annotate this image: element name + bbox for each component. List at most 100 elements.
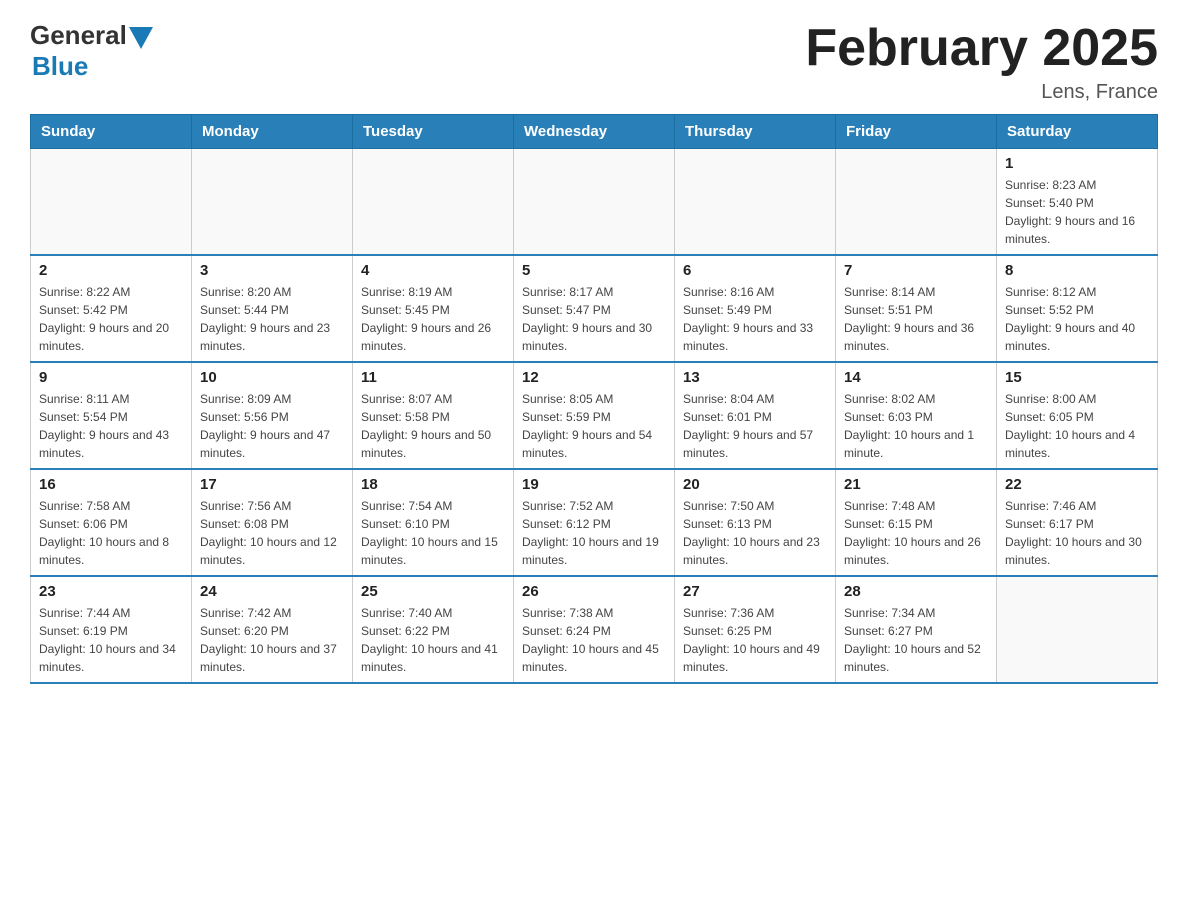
day-number: 2 bbox=[39, 262, 183, 279]
day-info: Sunrise: 7:38 AMSunset: 6:24 PMDaylight:… bbox=[522, 604, 666, 676]
day-number: 10 bbox=[200, 369, 344, 386]
day-info: Sunrise: 8:05 AMSunset: 5:59 PMDaylight:… bbox=[522, 390, 666, 462]
header-thursday: Thursday bbox=[675, 115, 836, 149]
calendar-cell: 7 Sunrise: 8:14 AMSunset: 5:51 PMDaylight… bbox=[836, 255, 997, 362]
day-info: Sunrise: 7:36 AMSunset: 6:25 PMDaylight:… bbox=[683, 604, 827, 676]
day-info: Sunrise: 8:16 AMSunset: 5:49 PMDaylight:… bbox=[683, 283, 827, 355]
day-number: 9 bbox=[39, 369, 183, 386]
calendar-cell: 5 Sunrise: 8:17 AMSunset: 5:47 PMDaylight… bbox=[514, 255, 675, 362]
calendar-cell bbox=[192, 149, 353, 256]
calendar-cell: 11Sunrise: 8:07 AMSunset: 5:58 PMDayligh… bbox=[353, 362, 514, 469]
calendar-cell: 22 Sunrise: 7:46 AMSunset: 6:17 PMDayligh… bbox=[997, 469, 1158, 576]
calendar-cell: 18Sunrise: 7:54 AMSunset: 6:10 PMDayligh… bbox=[353, 469, 514, 576]
day-info: Sunrise: 8:23 AMSunset: 5:40 PMDaylight:… bbox=[1005, 176, 1149, 248]
calendar-cell bbox=[31, 149, 192, 256]
calendar-cell: 17 Sunrise: 7:56 AMSunset: 6:08 PMDayligh… bbox=[192, 469, 353, 576]
calendar-cell bbox=[675, 149, 836, 256]
logo-general-text: General bbox=[30, 20, 127, 51]
calendar-cell bbox=[836, 149, 997, 256]
calendar-week-row: 9Sunrise: 8:11 AMSunset: 5:54 PMDaylight… bbox=[31, 362, 1158, 469]
day-info: Sunrise: 7:40 AMSunset: 6:22 PMDaylight:… bbox=[361, 604, 505, 676]
calendar-cell: 19 Sunrise: 7:52 AMSunset: 6:12 PMDayligh… bbox=[514, 469, 675, 576]
calendar-body: 1 Sunrise: 8:23 AMSunset: 5:40 PMDaylight… bbox=[31, 149, 1158, 684]
day-info: Sunrise: 7:52 AMSunset: 6:12 PMDaylight:… bbox=[522, 497, 666, 569]
day-number: 3 bbox=[200, 262, 344, 279]
day-info: Sunrise: 7:48 AMSunset: 6:15 PMDaylight:… bbox=[844, 497, 988, 569]
calendar-cell: 24 Sunrise: 7:42 AMSunset: 6:20 PMDayligh… bbox=[192, 576, 353, 683]
calendar-cell: 9Sunrise: 8:11 AMSunset: 5:54 PMDaylight… bbox=[31, 362, 192, 469]
header-saturday: Saturday bbox=[997, 115, 1158, 149]
day-number: 17 bbox=[200, 476, 344, 493]
day-number: 15 bbox=[1005, 369, 1149, 386]
calendar-cell: 4 Sunrise: 8:19 AMSunset: 5:45 PMDaylight… bbox=[353, 255, 514, 362]
day-number: 26 bbox=[522, 583, 666, 600]
day-info: Sunrise: 7:44 AMSunset: 6:19 PMDaylight:… bbox=[39, 604, 183, 676]
day-number: 25 bbox=[361, 583, 505, 600]
header-sunday: Sunday bbox=[31, 115, 192, 149]
header-monday: Monday bbox=[192, 115, 353, 149]
day-info: Sunrise: 8:22 AMSunset: 5:42 PMDaylight:… bbox=[39, 283, 183, 355]
header-row: Sunday Monday Tuesday Wednesday Thursday… bbox=[31, 115, 1158, 149]
day-number: 8 bbox=[1005, 262, 1149, 279]
calendar-cell: 23 Sunrise: 7:44 AMSunset: 6:19 PMDayligh… bbox=[31, 576, 192, 683]
day-info: Sunrise: 8:17 AMSunset: 5:47 PMDaylight:… bbox=[522, 283, 666, 355]
day-number: 14 bbox=[844, 369, 988, 386]
calendar-cell: 15 Sunrise: 8:00 AMSunset: 6:05 PMDayligh… bbox=[997, 362, 1158, 469]
day-info: Sunrise: 8:14 AMSunset: 5:51 PMDaylight:… bbox=[844, 283, 988, 355]
logo-blue-text: Blue bbox=[32, 51, 88, 82]
day-number: 4 bbox=[361, 262, 505, 279]
day-info: Sunrise: 7:58 AMSunset: 6:06 PMDaylight:… bbox=[39, 497, 183, 569]
calendar-cell: 16Sunrise: 7:58 AMSunset: 6:06 PMDayligh… bbox=[31, 469, 192, 576]
day-info: Sunrise: 8:04 AMSunset: 6:01 PMDaylight:… bbox=[683, 390, 827, 462]
calendar-cell: 12 Sunrise: 8:05 AMSunset: 5:59 PMDayligh… bbox=[514, 362, 675, 469]
header-friday: Friday bbox=[836, 115, 997, 149]
calendar-cell bbox=[514, 149, 675, 256]
day-info: Sunrise: 7:50 AMSunset: 6:13 PMDaylight:… bbox=[683, 497, 827, 569]
day-number: 12 bbox=[522, 369, 666, 386]
day-number: 5 bbox=[522, 262, 666, 279]
day-number: 23 bbox=[39, 583, 183, 600]
calendar-cell: 26 Sunrise: 7:38 AMSunset: 6:24 PMDayligh… bbox=[514, 576, 675, 683]
day-number: 6 bbox=[683, 262, 827, 279]
day-info: Sunrise: 8:00 AMSunset: 6:05 PMDaylight:… bbox=[1005, 390, 1149, 462]
day-info: Sunrise: 7:34 AMSunset: 6:27 PMDaylight:… bbox=[844, 604, 988, 676]
day-info: Sunrise: 7:56 AMSunset: 6:08 PMDaylight:… bbox=[200, 497, 344, 569]
day-info: Sunrise: 7:46 AMSunset: 6:17 PMDaylight:… bbox=[1005, 497, 1149, 569]
day-number: 11 bbox=[361, 369, 505, 386]
header-tuesday: Tuesday bbox=[353, 115, 514, 149]
logo-triangle-icon bbox=[129, 27, 153, 49]
day-info: Sunrise: 8:09 AMSunset: 5:56 PMDaylight:… bbox=[200, 390, 344, 462]
location-label: Lens, France bbox=[805, 81, 1158, 104]
day-number: 22 bbox=[1005, 476, 1149, 493]
calendar-header: Sunday Monday Tuesday Wednesday Thursday… bbox=[31, 115, 1158, 149]
page-header: General Blue February 2025 Lens, France bbox=[30, 20, 1158, 104]
calendar-cell: 2 Sunrise: 8:22 AMSunset: 5:42 PMDaylight… bbox=[31, 255, 192, 362]
logo: General Blue bbox=[30, 20, 153, 82]
calendar-cell: 21Sunrise: 7:48 AMSunset: 6:15 PMDayligh… bbox=[836, 469, 997, 576]
day-number: 1 bbox=[1005, 155, 1149, 172]
calendar-cell: 10 Sunrise: 8:09 AMSunset: 5:56 PMDayligh… bbox=[192, 362, 353, 469]
title-block: February 2025 Lens, France bbox=[805, 20, 1158, 104]
calendar-cell bbox=[997, 576, 1158, 683]
day-number: 28 bbox=[844, 583, 988, 600]
calendar-week-row: 16Sunrise: 7:58 AMSunset: 6:06 PMDayligh… bbox=[31, 469, 1158, 576]
calendar-week-row: 2 Sunrise: 8:22 AMSunset: 5:42 PMDaylight… bbox=[31, 255, 1158, 362]
calendar-cell: 14 Sunrise: 8:02 AMSunset: 6:03 PMDayligh… bbox=[836, 362, 997, 469]
day-number: 19 bbox=[522, 476, 666, 493]
calendar-cell: 20Sunrise: 7:50 AMSunset: 6:13 PMDayligh… bbox=[675, 469, 836, 576]
calendar-cell bbox=[353, 149, 514, 256]
day-number: 13 bbox=[683, 369, 827, 386]
day-info: Sunrise: 8:19 AMSunset: 5:45 PMDaylight:… bbox=[361, 283, 505, 355]
day-number: 24 bbox=[200, 583, 344, 600]
calendar-week-row: 1 Sunrise: 8:23 AMSunset: 5:40 PMDaylight… bbox=[31, 149, 1158, 256]
day-info: Sunrise: 7:54 AMSunset: 6:10 PMDaylight:… bbox=[361, 497, 505, 569]
day-info: Sunrise: 8:20 AMSunset: 5:44 PMDaylight:… bbox=[200, 283, 344, 355]
calendar-cell: 8 Sunrise: 8:12 AMSunset: 5:52 PMDaylight… bbox=[997, 255, 1158, 362]
calendar-cell: 25 Sunrise: 7:40 AMSunset: 6:22 PMDayligh… bbox=[353, 576, 514, 683]
day-number: 7 bbox=[844, 262, 988, 279]
day-info: Sunrise: 8:02 AMSunset: 6:03 PMDaylight:… bbox=[844, 390, 988, 462]
day-info: Sunrise: 8:12 AMSunset: 5:52 PMDaylight:… bbox=[1005, 283, 1149, 355]
calendar-cell: 28 Sunrise: 7:34 AMSunset: 6:27 PMDayligh… bbox=[836, 576, 997, 683]
calendar-week-row: 23 Sunrise: 7:44 AMSunset: 6:19 PMDayligh… bbox=[31, 576, 1158, 683]
day-info: Sunrise: 7:42 AMSunset: 6:20 PMDaylight:… bbox=[200, 604, 344, 676]
